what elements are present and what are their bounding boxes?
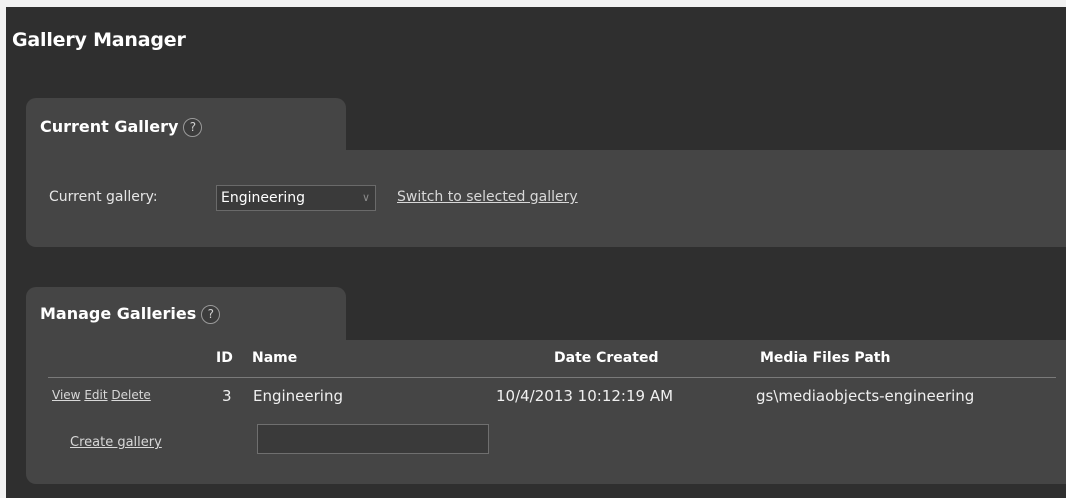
create-gallery-link[interactable]: Create gallery [70, 435, 162, 450]
table-cell-path: gs\mediaobjects-engineering [756, 387, 975, 405]
app-window: Gallery Manager Current Gallery? Current… [6, 7, 1066, 498]
column-header-path: Media Files Path [760, 350, 891, 366]
switch-gallery-link[interactable]: Switch to selected gallery [397, 189, 578, 205]
gallery-select-value: Engineering [221, 190, 305, 206]
column-header-date: Date Created [554, 350, 659, 366]
current-gallery-label: Current gallery: [49, 189, 158, 205]
help-icon[interactable]: ? [183, 118, 203, 137]
manage-galleries-panel [26, 340, 1066, 484]
table-header-divider [48, 377, 1056, 378]
current-gallery-heading: Current Gallery? [40, 117, 203, 137]
view-link[interactable]: View [52, 388, 80, 402]
chevron-down-icon: ∨ [361, 191, 370, 204]
current-gallery-title: Current Gallery [40, 117, 179, 136]
create-gallery-input[interactable] [257, 424, 489, 454]
column-header-id: ID [216, 350, 233, 366]
table-cell-id: 3 [222, 387, 232, 405]
help-icon[interactable]: ? [201, 305, 221, 324]
page-title: Gallery Manager [12, 29, 186, 51]
gallery-select[interactable]: Engineering ∨ [216, 185, 376, 211]
delete-link[interactable]: Delete [111, 388, 150, 402]
edit-link[interactable]: Edit [84, 388, 107, 402]
column-header-name: Name [252, 350, 298, 366]
table-cell-name: Engineering [253, 387, 343, 405]
table-row-actions: View Edit Delete [52, 388, 151, 402]
manage-galleries-heading: Manage Galleries? [40, 304, 221, 324]
manage-galleries-title: Manage Galleries [40, 304, 197, 323]
table-cell-date: 10/4/2013 10:12:19 AM [496, 387, 674, 405]
